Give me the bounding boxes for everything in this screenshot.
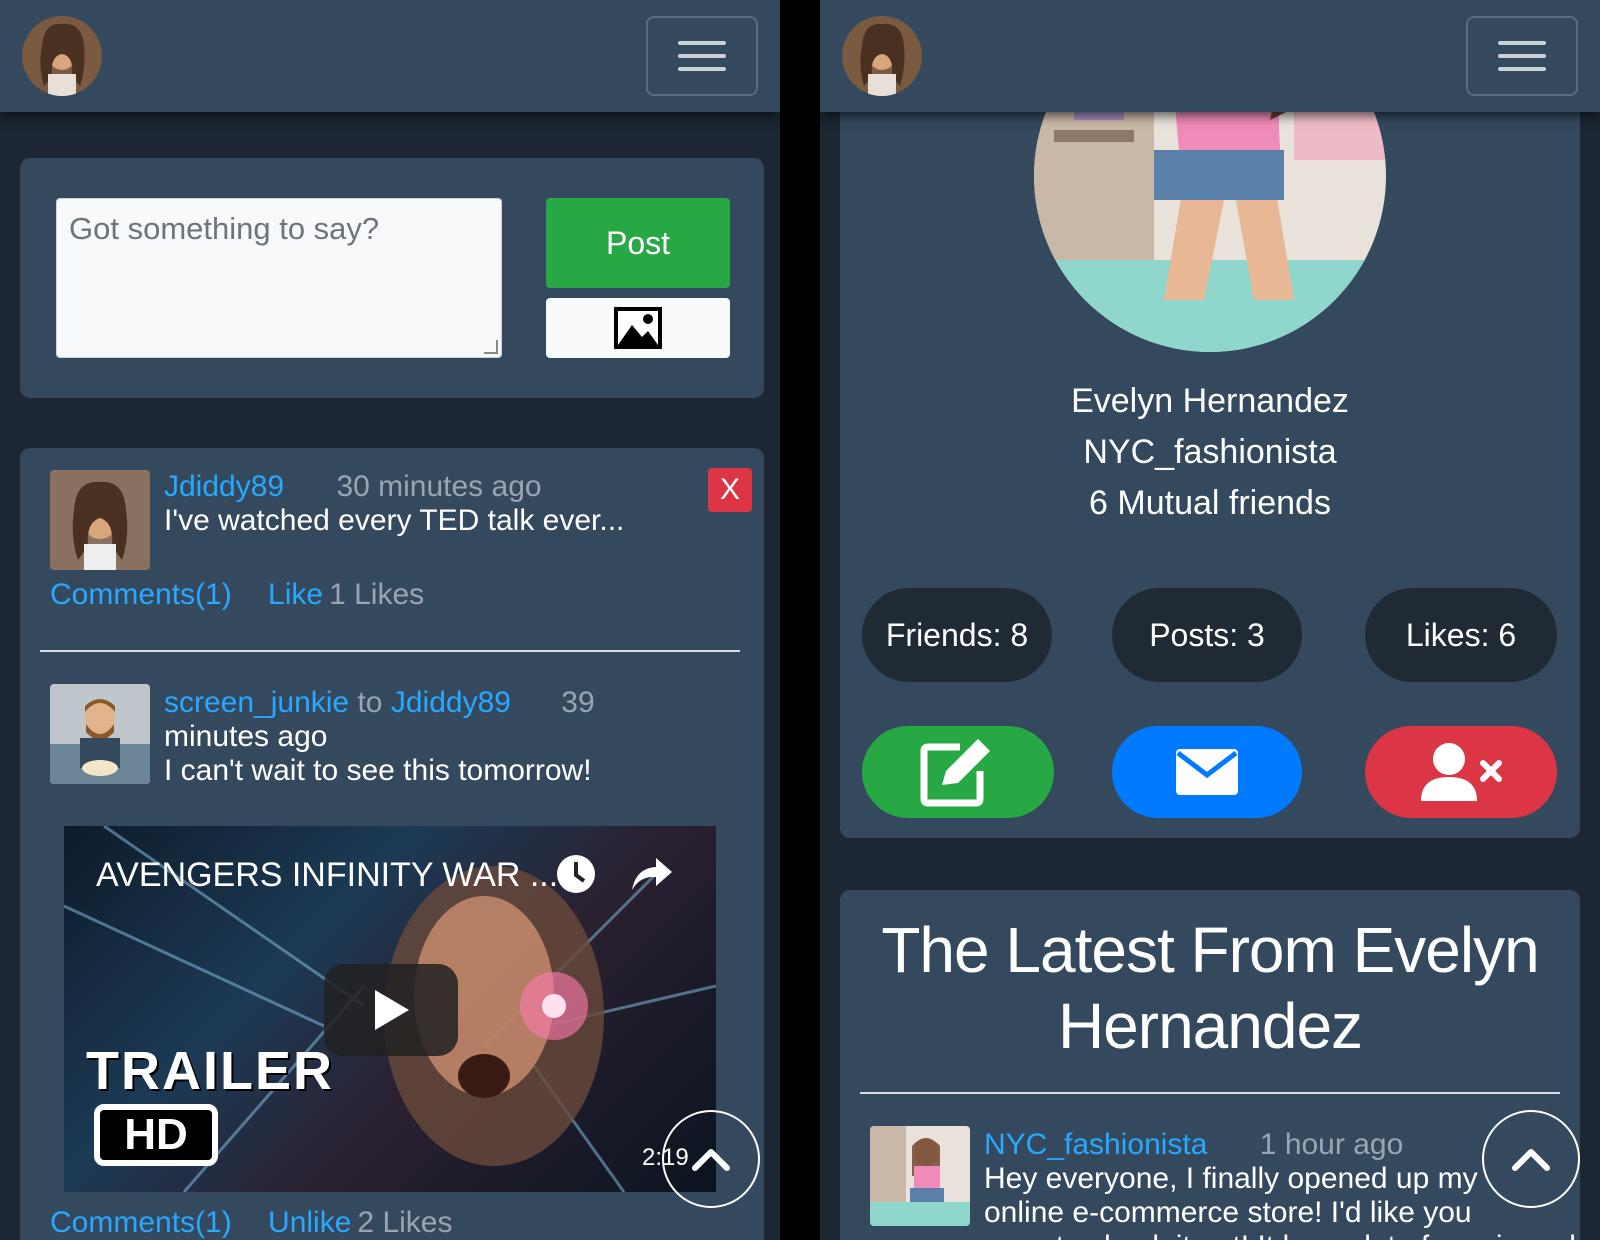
to-word: to <box>357 686 383 719</box>
post-input-placeholder: Got something to say? <box>69 211 380 246</box>
post-timestamp: 30 minutes ago <box>336 470 542 503</box>
latest-heading-line2: Hernandez <box>1057 990 1363 1062</box>
heading-divider <box>860 1092 1560 1094</box>
nav-avatar[interactable] <box>842 16 922 96</box>
post-body-line: guys to check it out! It has a lot of ma… <box>984 1230 1576 1240</box>
post-header: screen_junkie to Jdiddy89 39 <box>164 686 595 720</box>
post-timestamp: 1 hour ago <box>1259 1128 1404 1161</box>
edit-icon <box>920 739 990 807</box>
avatar-image <box>870 1126 970 1226</box>
video-title: AVENGERS INFINITY WAR ... <box>96 856 559 894</box>
avatar-image <box>842 16 922 96</box>
comments-link[interactable]: Comments(1) <box>50 578 232 611</box>
nav-avatar[interactable] <box>22 16 102 96</box>
post-header: Jdiddy89 30 minutes ago <box>164 470 542 504</box>
likes-count-badge[interactable]: Likes: 6 <box>1365 588 1557 682</box>
latest-heading: The Latest From Evelyn Hernandez <box>840 912 1580 1064</box>
post-author-link[interactable]: NYC_fashionista <box>984 1128 1207 1161</box>
menu-bar <box>1498 54 1546 58</box>
post-divider <box>40 650 740 652</box>
scroll-to-top-button[interactable] <box>1482 1110 1580 1208</box>
posts-count-badge[interactable]: Posts: 3 <box>1112 588 1302 682</box>
watch-later-icon[interactable] <box>556 854 596 894</box>
post-author-link[interactable]: screen_junkie <box>164 686 349 719</box>
image-icon <box>614 307 662 349</box>
chevron-up-icon <box>1512 1149 1550 1171</box>
menu-bar <box>678 67 726 71</box>
play-button[interactable] <box>324 964 458 1056</box>
post-header: NYC_fashionista 1 hour ago <box>984 1128 1403 1162</box>
like-link[interactable]: Like <box>268 578 323 611</box>
resize-grip[interactable] <box>484 340 498 354</box>
share-icon[interactable] <box>630 856 674 892</box>
post-body: I've watched every TED talk ever... <box>164 504 625 537</box>
post-actions: Comments(1) Like 1 Likes <box>50 578 452 612</box>
comments-link[interactable]: Comments(1) <box>50 1206 232 1239</box>
remove-user-icon <box>1421 743 1502 801</box>
avatar-image <box>50 684 150 784</box>
menu-bar <box>678 41 726 45</box>
mutual-friends: 6 Mutual friends <box>1089 484 1331 522</box>
post-button[interactable]: Post <box>546 198 730 288</box>
menu-bar <box>1498 67 1546 71</box>
profile-username: NYC_fashionista <box>1083 433 1337 471</box>
post-recipient-link[interactable]: Jdiddy89 <box>391 686 511 719</box>
feed-screen: Got something to say? Post Jdiddy89 30 m… <box>0 0 780 1240</box>
navbar <box>820 0 1600 112</box>
post-input[interactable]: Got something to say? <box>56 198 502 358</box>
post-author-link[interactable]: Jdiddy89 <box>164 470 284 503</box>
friends-count-badge[interactable]: Friends: 8 <box>862 588 1052 682</box>
post-author-avatar[interactable] <box>50 684 150 784</box>
video-overlay-trailer: TRAILER <box>86 1041 334 1101</box>
post-author-avatar[interactable] <box>870 1126 970 1226</box>
post-actions: Comments(1) Unlike 2 Likes <box>50 1206 480 1240</box>
envelope-icon <box>1176 749 1238 795</box>
like-count: 1 Likes <box>329 578 425 611</box>
message-button[interactable] <box>1112 726 1302 818</box>
post-body: I can't wait to see this tomorrow! <box>164 754 592 787</box>
menu-toggle-button[interactable] <box>646 16 758 96</box>
profile-name: Evelyn Hernandez <box>1071 382 1349 420</box>
post-body-line: Hey everyone, I finally opened up my <box>984 1162 1478 1195</box>
post-author-avatar[interactable] <box>50 470 150 570</box>
profile-screen: Evelyn Hernandez NYC_fashionista 6 Mutua… <box>820 0 1600 1240</box>
latest-heading-line1: The Latest From Evelyn <box>881 914 1539 986</box>
post-body-line: online e-commerce store! I'd like you <box>984 1196 1472 1229</box>
video-embed[interactable]: AVENGERS INFINITY WAR ... TRAILER HD 2:1… <box>64 826 716 1192</box>
chevron-up-icon <box>692 1149 730 1171</box>
avatar-image <box>50 470 150 570</box>
post-timestamp-cont: minutes ago <box>164 720 328 753</box>
scroll-to-top-button[interactable] <box>662 1110 760 1208</box>
post-timestamp: 39 <box>561 686 595 719</box>
avatar-image <box>22 16 102 96</box>
menu-bar <box>1498 41 1546 45</box>
add-image-button[interactable] <box>546 298 730 358</box>
navbar <box>0 0 780 112</box>
video-overlay-hd: HD <box>94 1104 218 1166</box>
delete-post-button[interactable]: X <box>708 468 752 512</box>
play-icon <box>375 990 409 1030</box>
menu-toggle-button[interactable] <box>1466 16 1578 96</box>
unlike-link[interactable]: Unlike <box>268 1206 351 1239</box>
unfriend-button[interactable] <box>1365 726 1557 818</box>
like-count: 2 Likes <box>357 1206 453 1239</box>
edit-profile-button[interactable] <box>862 726 1054 818</box>
menu-bar <box>678 54 726 58</box>
